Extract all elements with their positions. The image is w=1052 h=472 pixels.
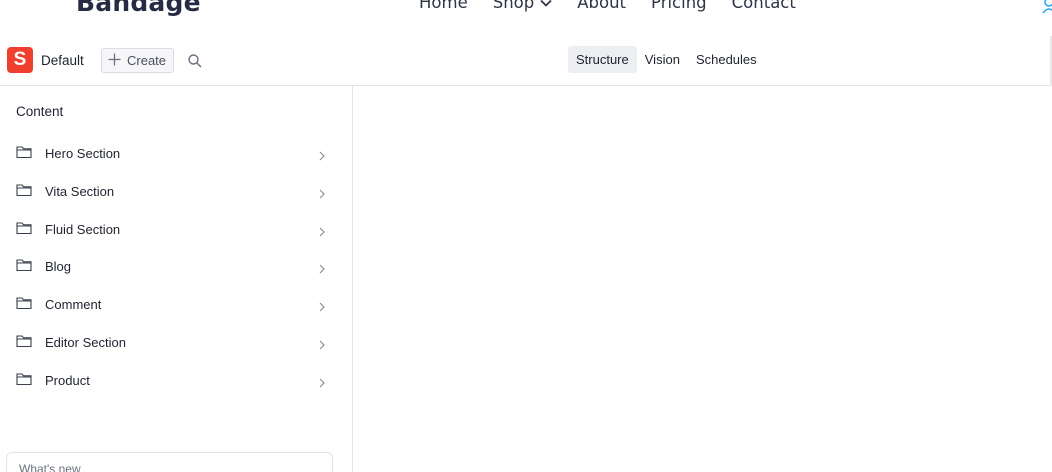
list-item-label: Editor Section bbox=[45, 334, 126, 350]
plus-icon bbox=[108, 52, 121, 69]
folder-icon bbox=[16, 145, 32, 159]
folder-icon bbox=[16, 296, 32, 310]
list-item-vita-section[interactable]: Vita Section bbox=[0, 172, 352, 210]
folder-icon bbox=[16, 221, 32, 235]
chevron-right-icon bbox=[318, 148, 326, 161]
brand-logo-text[interactable]: Bandage bbox=[76, 0, 201, 17]
site-header: Bandage Home Shop About Pricing Contact bbox=[0, 0, 1052, 36]
list-item-product[interactable]: Product bbox=[0, 361, 352, 399]
nav-link-shop[interactable]: Shop bbox=[493, 0, 553, 12]
chevron-right-icon bbox=[318, 224, 326, 237]
pane-title: Content bbox=[16, 104, 64, 119]
list-item-editor-section[interactable]: Editor Section bbox=[0, 323, 352, 361]
site-nav: Home Shop About Pricing Contact bbox=[419, 0, 821, 12]
whats-new-card[interactable]: What's new bbox=[6, 452, 333, 472]
nav-link-home[interactable]: Home bbox=[419, 0, 468, 12]
list-item-label: Vita Section bbox=[45, 183, 115, 199]
folder-icon bbox=[16, 334, 32, 348]
chevron-right-icon bbox=[318, 337, 326, 350]
studio-logo[interactable]: S bbox=[7, 47, 33, 73]
nav-link-pricing[interactable]: Pricing bbox=[651, 0, 707, 12]
folder-icon bbox=[16, 372, 32, 386]
list-item-label: Comment bbox=[45, 297, 102, 313]
chevron-right-icon bbox=[318, 261, 326, 274]
document-area bbox=[353, 86, 1052, 472]
create-label: Create bbox=[127, 53, 167, 68]
content-list: Hero Section Vita Section Fluid Section … bbox=[0, 134, 352, 399]
nav-label: Home bbox=[419, 0, 468, 12]
tab-vision[interactable]: Vision bbox=[637, 46, 688, 73]
chevron-right-icon bbox=[318, 186, 326, 199]
tab-schedules[interactable]: Schedules bbox=[688, 46, 765, 73]
chevron-right-icon bbox=[318, 375, 326, 388]
nav-label: About bbox=[577, 0, 627, 12]
list-item-fluid-section[interactable]: Fluid Section bbox=[0, 210, 352, 248]
list-item-label: Hero Section bbox=[45, 146, 121, 161]
nav-label: Pricing bbox=[651, 0, 707, 12]
list-item-label: Product bbox=[45, 372, 90, 388]
workspace-name[interactable]: Default bbox=[41, 53, 84, 68]
list-item-hero-section[interactable]: Hero Section bbox=[0, 134, 352, 172]
nav-label: Shop bbox=[492, 0, 535, 12]
list-item-comment[interactable]: Comment bbox=[0, 285, 352, 323]
folder-icon bbox=[16, 183, 32, 197]
search-icon[interactable] bbox=[187, 53, 203, 69]
list-item-label: Blog bbox=[45, 259, 72, 275]
nav-link-contact[interactable]: Contact bbox=[732, 0, 796, 12]
chevron-right-icon bbox=[318, 299, 326, 312]
studio-toolbar: S Default Create Structure Vision Schedu… bbox=[0, 36, 1052, 86]
content-pane: Content Hero Section Vita Section Fluid … bbox=[0, 86, 353, 472]
list-item-blog[interactable]: Blog bbox=[0, 247, 352, 285]
list-item-label: Fluid Section bbox=[45, 221, 121, 237]
tool-tabs: Structure Vision Schedules bbox=[568, 46, 765, 73]
create-button[interactable]: Create bbox=[101, 48, 174, 73]
chevron-down-icon bbox=[540, 0, 552, 11]
folder-icon bbox=[16, 258, 32, 272]
nav-label: Contact bbox=[731, 0, 796, 12]
tab-structure[interactable]: Structure bbox=[568, 46, 637, 73]
nav-link-about[interactable]: About bbox=[577, 0, 626, 12]
user-icon[interactable] bbox=[1042, 0, 1052, 19]
